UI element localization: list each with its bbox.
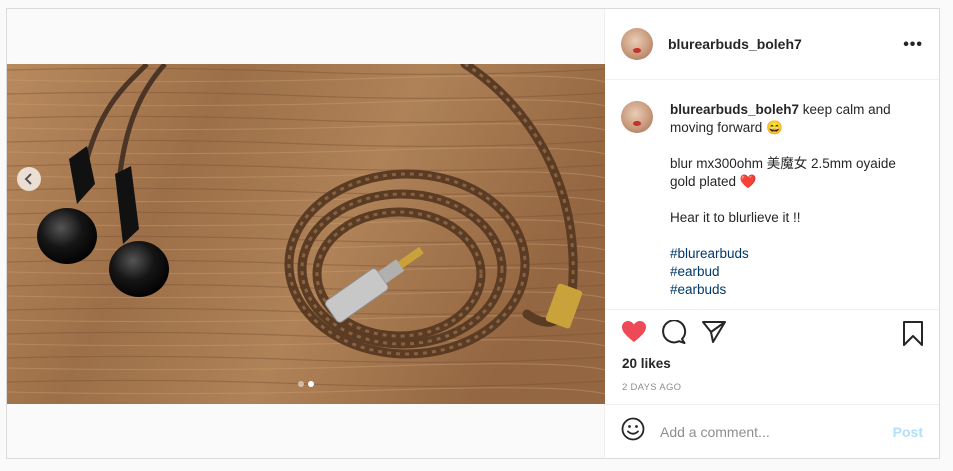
bookmark-icon[interactable] xyxy=(902,321,924,351)
comment-bar: Post xyxy=(606,404,939,458)
hashtag-link[interactable]: #earbuds xyxy=(670,281,922,299)
carousel-prev-button[interactable] xyxy=(17,167,41,191)
comment-icon[interactable] xyxy=(661,319,687,349)
chevron-left-icon xyxy=(24,173,32,185)
avatar[interactable] xyxy=(621,101,653,133)
likes-count[interactable]: 20 likes xyxy=(622,356,671,371)
avatar[interactable] xyxy=(621,28,653,60)
caption-line-2: blur mx300ohm 美魔女 2.5mm oyaide gold plat… xyxy=(670,156,896,189)
heart-icon[interactable] xyxy=(621,320,647,349)
post-card: blurearbuds_boleh7 ••• blurearbuds_boleh… xyxy=(6,8,940,459)
post-photo[interactable] xyxy=(7,64,605,404)
action-bar: 20 likes 2 DAYS AGO xyxy=(606,309,939,405)
caption-text: blurearbuds_boleh7 keep calm and moving … xyxy=(670,101,922,309)
post-header: blurearbuds_boleh7 ••• xyxy=(606,9,939,80)
carousel-dot-active[interactable] xyxy=(307,381,314,387)
carousel-indicator xyxy=(7,381,604,387)
post-sidebar: blurearbuds_boleh7 ••• blurearbuds_boleh… xyxy=(606,9,939,458)
hashtag-link[interactable]: #earbud xyxy=(670,263,922,281)
more-horizontal-icon[interactable]: ••• xyxy=(903,36,923,54)
hashtag-link[interactable]: #blurearbuds xyxy=(670,245,922,263)
header-username[interactable]: blurearbuds_boleh7 xyxy=(668,36,802,52)
share-icon[interactable] xyxy=(701,320,727,349)
post-media xyxy=(7,9,605,458)
post-comment-button[interactable]: Post xyxy=(893,424,923,440)
emoji-icon[interactable] xyxy=(621,417,645,446)
post-timestamp[interactable]: 2 DAYS AGO xyxy=(622,382,681,393)
carousel-dot[interactable] xyxy=(297,381,304,387)
caption-section: blurearbuds_boleh7 keep calm and moving … xyxy=(606,81,939,309)
comment-input[interactable] xyxy=(660,423,880,440)
caption-line-3: Hear it to blurlieve it !! xyxy=(670,210,801,225)
caption-username[interactable]: blurearbuds_boleh7 xyxy=(670,102,799,117)
